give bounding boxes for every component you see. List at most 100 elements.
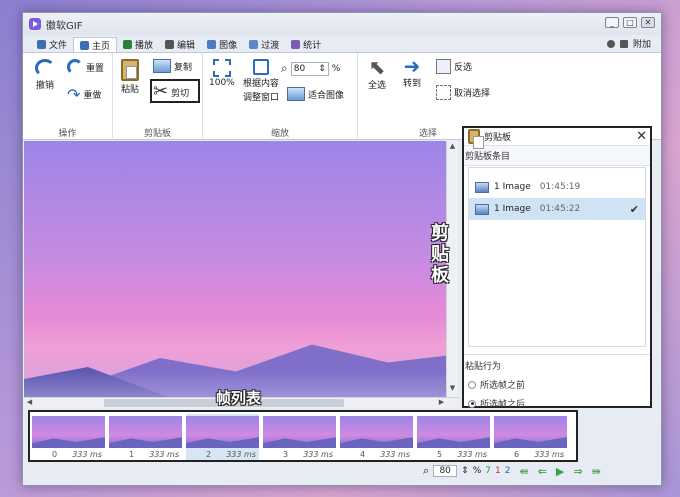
deselect-button[interactable]: 取消选择 [436, 85, 490, 100]
stats-icon [291, 40, 301, 49]
frame-count-selected: 1 [495, 466, 501, 476]
paste-behavior-label: 粘贴行为 [464, 354, 650, 372]
radio-label: 所选帧之前 [480, 381, 526, 391]
annotation-char: 剪 [431, 223, 449, 244]
clipboard-item-time: 01:45:22 [539, 204, 581, 214]
next-frame-icon[interactable]: ⇒ [573, 465, 582, 478]
fit-image-icon [287, 87, 305, 101]
redo-icon: ↷ [67, 85, 81, 104]
window-controls: _ □ ✕ [605, 17, 655, 28]
copy-button[interactable]: 复制 [153, 59, 192, 73]
frame-duration: 333 ms [72, 450, 102, 459]
image-icon [475, 203, 489, 215]
frame-index: 4 [360, 450, 366, 459]
frame-duration: 333 ms [380, 450, 410, 459]
status-percent: % [472, 466, 482, 476]
app-logo-icon [29, 18, 41, 30]
last-frame-icon[interactable]: ⇛ [592, 465, 601, 478]
previous-frame-icon[interactable]: ⇐ [538, 465, 547, 478]
play-icon [123, 40, 133, 49]
fit-window-button[interactable]: 根据内容 调整窗口 [243, 59, 279, 103]
scroll-right-icon[interactable]: ▶ [436, 398, 447, 406]
status-zoom-input[interactable]: 80 [433, 465, 458, 477]
frame-item[interactable]: 3 333 ms [263, 414, 336, 460]
tab-home[interactable]: 主页 [73, 37, 118, 52]
clipboard-item-time: 01:45:19 [539, 182, 581, 192]
tab-label: 图像 [219, 41, 238, 51]
frame-thumbnail [32, 416, 105, 448]
clipboard-item-selected[interactable]: 1 Image 01:45:22 ✔ [469, 198, 645, 220]
reset-button[interactable]: 重置 [67, 59, 104, 75]
zoom-input[interactable]: 80 ⇕ [290, 61, 329, 76]
frame-list-annotation: 帧列表 [216, 389, 262, 407]
tab-statistics[interactable]: 统计 [285, 37, 327, 52]
fit-window-label-1: 根据内容 [243, 79, 280, 89]
frame-item[interactable]: 6 333 ms [494, 414, 567, 460]
frame-thumbnail [494, 416, 567, 448]
frame-thumbnail [263, 416, 336, 448]
frame-duration: 333 ms [457, 450, 487, 459]
extras-button[interactable]: 附加 [633, 37, 651, 50]
group-label: 缩放 [270, 129, 289, 139]
cursor-icon: ⬉ [368, 55, 386, 79]
paste-button[interactable]: 粘贴 [121, 59, 139, 95]
frame-item[interactable]: 5 333 ms [417, 414, 490, 460]
user-icon[interactable] [606, 39, 615, 48]
frame-list: 0 333 ms 1 333 ms 2 333 ms 3 333 ms 4 333 ms … [28, 410, 578, 462]
frame-item-selected[interactable]: 2 333 ms [186, 414, 259, 460]
group-zoom: 100% 根据内容 调整窗口 ⌕ 80 ⇕ % 适合图像 缩放 [203, 53, 358, 141]
image-icon [207, 40, 217, 49]
scroll-down-icon[interactable]: ▼ [447, 384, 458, 395]
fit-image-button[interactable]: 适合图像 [287, 87, 344, 101]
tab-edit[interactable]: 编辑 [159, 37, 201, 52]
checkmark-icon: ✔ [629, 202, 639, 216]
clipboard-item[interactable]: 1 Image 01:45:19 [469, 176, 645, 198]
close-panel-icon[interactable]: ✕ [636, 129, 647, 144]
first-frame-icon[interactable]: ⇚ [519, 465, 528, 478]
tab-label: 统计 [303, 41, 322, 51]
redo-button[interactable]: ↷ 重做 [67, 85, 101, 104]
radio-after-selected[interactable]: 所选帧之后 [464, 397, 650, 410]
clipboard-panel: 剪贴板 ✕ 剪贴板条目 1 Image 01:45:19 1 Image 01:… [462, 126, 652, 410]
tab-image[interactable]: 图像 [201, 37, 243, 52]
magnifier-icon: ⌕ [423, 464, 430, 477]
minimize-button[interactable]: _ [605, 17, 619, 28]
radio-button[interactable] [468, 380, 476, 389]
reset-label: 重置 [86, 63, 105, 74]
title-bar: 徽软GIF _ □ ✕ [23, 13, 661, 35]
frame-item[interactable]: 4 333 ms [340, 414, 413, 460]
play-icon[interactable]: ▶ [556, 465, 564, 478]
invert-selection-button[interactable]: 反选 [436, 59, 472, 74]
gear-icon[interactable] [619, 39, 628, 48]
deselect-label: 取消选择 [454, 89, 491, 99]
clipboard-panel-title: 剪贴板 [484, 133, 512, 143]
frame-item[interactable]: 1 333 ms [109, 414, 182, 460]
image-canvas[interactable] [24, 141, 446, 408]
tab-file[interactable]: 文件 [31, 37, 73, 52]
maximize-button[interactable]: □ [623, 17, 637, 28]
frame-index: 0 [52, 450, 58, 459]
tab-transition[interactable]: 过渡 [243, 37, 285, 52]
frame-thumbnail [417, 416, 490, 448]
group-label: 操作 [58, 129, 77, 139]
frame-duration: 333 ms [149, 450, 179, 459]
deselect-icon [436, 85, 451, 100]
spinner-icon[interactable]: ⇕ [318, 64, 326, 74]
tab-playback[interactable]: 播放 [117, 37, 159, 52]
ribbon-tabs: 文件 主页 播放 编辑 图像 过渡 统计 附加 [23, 35, 661, 52]
save-icon [37, 40, 46, 49]
radio-button-checked[interactable] [468, 399, 476, 408]
clipboard-panel-header: 剪贴板 [464, 128, 650, 149]
zoom-100-button[interactable]: 100% [209, 59, 235, 88]
goto-button[interactable]: ➜ 转到 [403, 56, 421, 89]
close-button[interactable]: ✕ [641, 17, 655, 28]
select-all-button[interactable]: ⬉ 全选 [368, 57, 386, 91]
undo-button[interactable]: 撤销 [35, 59, 55, 91]
spinner-icon[interactable]: ⇕ [461, 466, 469, 476]
radio-before-selected[interactable]: 所选帧之前 [464, 378, 650, 391]
frame-count-total: 7 [485, 466, 492, 476]
scroll-up-icon[interactable]: ▲ [447, 142, 458, 153]
frame-item[interactable]: 0 333 ms [32, 414, 105, 460]
scroll-left-icon[interactable]: ◀ [24, 398, 35, 406]
paste-behavior-section: 粘贴行为 所选帧之前 所选帧之后 [464, 354, 650, 410]
